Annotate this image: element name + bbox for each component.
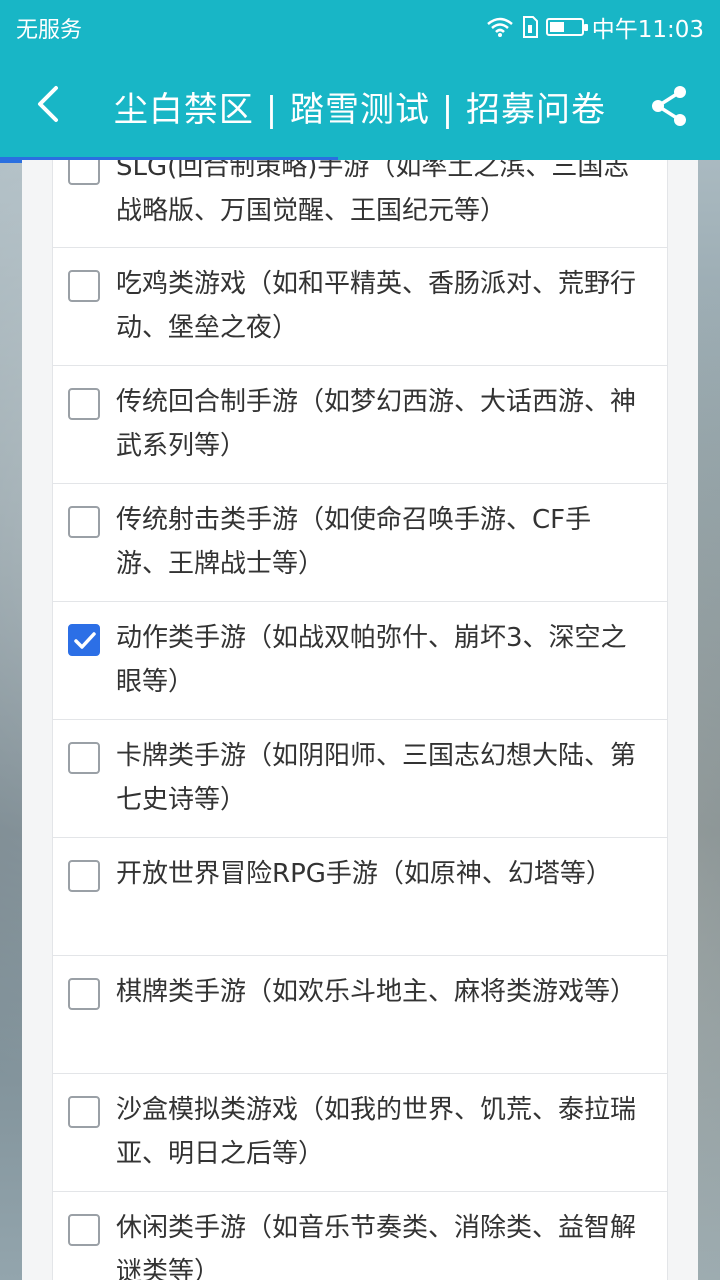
option-item[interactable]: 传统射击类手游（如使命召唤手游、CF手游、王牌战士等）: [52, 484, 668, 602]
option-item[interactable]: 开放世界冒险RPG手游（如原神、幻塔等）: [52, 838, 668, 956]
option-checkbox[interactable]: [68, 506, 100, 538]
option-checkbox[interactable]: [68, 1096, 100, 1128]
option-checkbox[interactable]: [68, 388, 100, 420]
share-button[interactable]: [646, 80, 694, 132]
wifi-icon: [486, 17, 513, 37]
option-label: 开放世界冒险RPG手游（如原神、幻塔等）: [116, 859, 612, 889]
option-label: 棋牌类手游（如欢乐斗地主、麻将类游戏等）: [116, 977, 637, 1007]
option-label: 动作类手游（如战双帕弥什、崩坏3、深空之眼等）: [116, 623, 627, 697]
clock: 中午11:03: [591, 17, 704, 43]
back-button[interactable]: [28, 78, 72, 134]
option-item[interactable]: 休闲类手游（如音乐节奏类、消除类、益智解谜类等）: [52, 1192, 668, 1280]
checkmark-icon: [74, 632, 96, 649]
option-label: 沙盒模拟类游戏（如我的世界、饥荒、泰拉瑞亚、明日之后等）: [116, 1095, 637, 1169]
option-label: 传统回合制手游（如梦幻西游、大话西游、神武系列等）: [116, 387, 637, 461]
option-item[interactable]: 传统回合制手游（如梦幻西游、大话西游、神武系列等）: [52, 366, 668, 484]
option-label: 传统射击类手游（如使命召唤手游、CF手游、王牌战士等）: [116, 505, 592, 579]
option-label: SLG(回合制策略)手游（如率土之滨、三国志战略版、万国觉醒、王国纪元等）: [116, 160, 630, 226]
nav-bar: 尘白禁区 | 踏雪测试 | 招募问卷: [0, 52, 720, 160]
option-checkbox[interactable]: [68, 742, 100, 774]
option-checkbox[interactable]: [68, 860, 100, 892]
option-item[interactable]: 吃鸡类游戏（如和平精英、香肠派对、荒野行动、堡垒之夜）: [52, 248, 668, 366]
carrier-label: 无服务: [16, 18, 83, 43]
option-checkbox[interactable]: [68, 270, 100, 302]
option-item[interactable]: SLG(回合制策略)手游（如率土之滨、三国志战略版、万国觉醒、王国纪元等）: [52, 160, 668, 248]
sim-card-icon: [522, 16, 538, 38]
status-icons: 中午11:03: [486, 10, 704, 44]
survey-card[interactable]: SLG(回合制策略)手游（如率土之滨、三国志战略版、万国觉醒、王国纪元等） 吃鸡类…: [22, 160, 698, 1280]
share-icon: [652, 86, 686, 126]
option-checkbox[interactable]: [68, 624, 100, 656]
page-title: 尘白禁区 | 踏雪测试 | 招募问卷: [113, 90, 607, 130]
option-label: 休闲类手游（如音乐节奏类、消除类、益智解谜类等）: [116, 1213, 637, 1280]
option-label: 吃鸡类游戏（如和平精英、香肠派对、荒野行动、堡垒之夜）: [116, 269, 637, 343]
option-checkbox[interactable]: [68, 1214, 100, 1246]
option-item[interactable]: 动作类手游（如战双帕弥什、崩坏3、深空之眼等）: [52, 602, 668, 720]
options-list: SLG(回合制策略)手游（如率土之滨、三国志战略版、万国觉醒、王国纪元等） 吃鸡类…: [52, 160, 668, 1280]
option-item[interactable]: 棋牌类手游（如欢乐斗地主、麻将类游戏等）: [52, 956, 668, 1074]
option-checkbox[interactable]: [68, 978, 100, 1010]
option-item[interactable]: 沙盒模拟类游戏（如我的世界、饥荒、泰拉瑞亚、明日之后等）: [52, 1074, 668, 1192]
back-arrow-icon: [38, 86, 58, 122]
option-checkbox[interactable]: [68, 160, 100, 185]
option-item[interactable]: 卡牌类手游（如阴阳师、三国志幻想大陆、第七史诗等）: [52, 720, 668, 838]
option-label: 卡牌类手游（如阴阳师、三国志幻想大陆、第七史诗等）: [116, 741, 637, 815]
battery-icon: [545, 18, 588, 36]
status-bar: 无服务 中午11:03: [0, 0, 720, 52]
